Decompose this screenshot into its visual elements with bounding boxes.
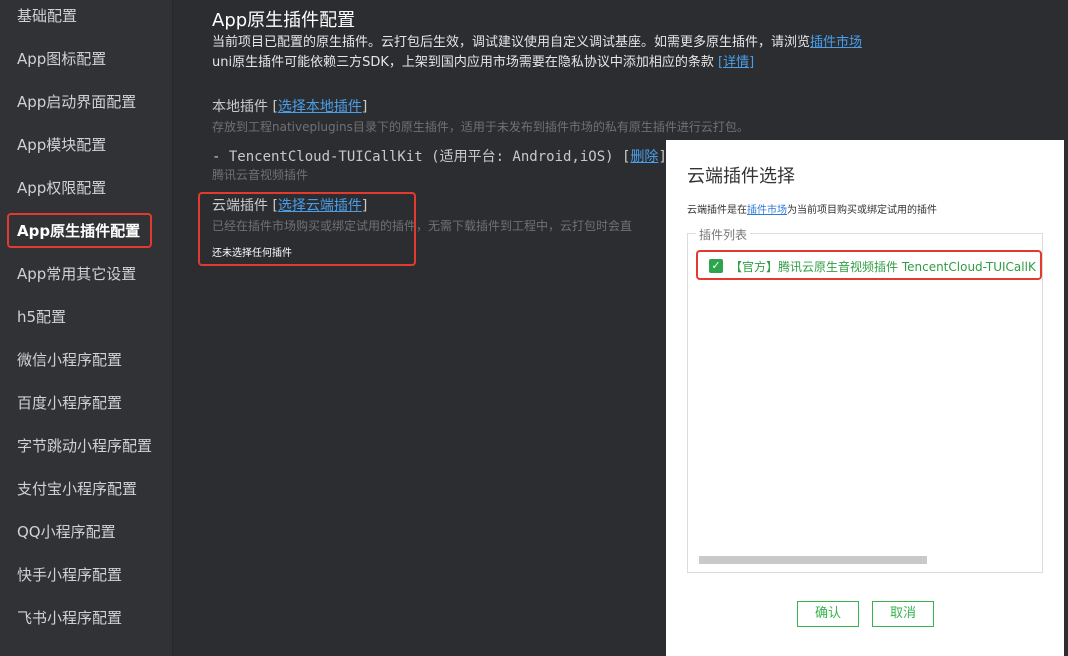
plugin-list-item[interactable]: ✓ 【官方】腾讯云原生音视频插件 TencentCloud-TUICallK [696,250,1042,280]
local-plugins-header: 本地插件 [选择本地插件] [212,99,368,115]
check-icon[interactable]: ✓ [709,259,723,273]
sidebar-item-app-splash[interactable]: App启动界面配置 [17,92,136,112]
settings-sidebar: 基础配置 App图标配置 App启动界面配置 App模块配置 App权限配置 A… [0,0,173,656]
select-cloud-plugin-link[interactable]: 选择云端插件 [278,198,362,214]
sidebar-item-kuaishou-mp[interactable]: 快手小程序配置 [17,565,122,585]
sidebar-item-app-icon[interactable]: App图标配置 [17,49,106,69]
cloud-plugins-title: 云端插件 [212,198,268,214]
sidebar-item-app-modules[interactable]: App模块配置 [17,135,106,155]
page-title: App原生插件配置 [212,10,356,31]
sidebar-item-app-permissions[interactable]: App权限配置 [17,178,106,198]
dialog-plugin-market-link[interactable]: 插件市场 [747,205,787,216]
plugin-market-link[interactable]: 插件市场 [810,35,862,50]
no-plugin-selected-note: 还未选择任何插件 [212,248,292,259]
plugin-item-text: - TencentCloud-TUICallKit (适用平台: Android… [212,149,614,165]
confirm-button[interactable]: 确认 [797,601,859,627]
cancel-button[interactable]: 取消 [872,601,934,627]
local-plugins-title: 本地插件 [212,99,268,115]
details-link[interactable]: [详情] [718,55,754,70]
delete-plugin-link[interactable]: 删除 [630,149,658,165]
sidebar-item-qq-mp[interactable]: QQ小程序配置 [17,522,116,542]
dialog-title: 云端插件选择 [687,166,795,187]
intro-text-2: uni原生插件可能依赖三方SDK，上架到国内应用市场需要在隐私协议中添加相应的条… [212,55,714,70]
plugin-list-item-label: 【官方】腾讯云原生音视频插件 TencentCloud-TUICallK [730,260,1036,274]
sidebar-item-feishu-mp[interactable]: 飞书小程序配置 [17,608,122,628]
plugin-item: - TencentCloud-TUICallKit (适用平台: Android… [212,149,667,165]
horizontal-scrollbar[interactable] [699,556,927,564]
sidebar-item-bytedance-mp[interactable]: 字节跳动小程序配置 [17,436,152,456]
cloud-plugins-header: 云端插件 [选择云端插件] [212,198,368,214]
sidebar-item-basic[interactable]: 基础配置 [17,6,77,26]
intro-line-2: uni原生插件可能依赖三方SDK，上架到国内应用市场需要在隐私协议中添加相应的条… [212,51,754,70]
cloud-plugins-desc: 已经在插件市场购买或绑定试用的插件，无需下载插件到工程中，云打包时会直 [212,219,633,233]
local-plugins-desc: 存放到工程nativeplugins目录下的原生插件，适用于未发布到插件市场的私… [212,120,749,134]
intro-line-1: 当前项目已配置的原生插件。云打包后生效，调试建议使用自定义调试基座。如需更多原生… [212,31,862,50]
sidebar-item-app-native-plugins[interactable]: App原生插件配置 [7,213,153,248]
dialog-subtitle: 云端插件是在插件市场为当前项目购买或绑定试用的插件 [687,201,937,216]
sidebar-item-baidu-mp[interactable]: 百度小程序配置 [17,393,122,413]
intro-text-1: 当前项目已配置的原生插件。云打包后生效，调试建议使用自定义调试基座。如需更多原生… [212,35,811,50]
select-local-plugin-link[interactable]: 选择本地插件 [278,99,362,115]
sidebar-item-app-other-settings[interactable]: App常用其它设置 [17,264,136,284]
sidebar-item-wechat-mp[interactable]: 微信小程序配置 [17,350,122,370]
cloud-plugin-dialog: 云端插件选择 云端插件是在插件市场为当前项目购买或绑定试用的插件 插件列表 ✓ … [666,140,1064,656]
dialog-subtitle-post: 为当前项目购买或绑定试用的插件 [787,205,937,216]
plugin-item-desc: 腾讯云音视频插件 [212,168,309,182]
plugin-list: 插件列表 ✓ 【官方】腾讯云原生音视频插件 TencentCloud-TUICa… [687,226,1043,573]
plugin-list-legend: 插件列表 [696,226,751,243]
sidebar-item-alipay-mp[interactable]: 支付宝小程序配置 [17,479,137,499]
dialog-subtitle-pre: 云端插件是在 [687,205,747,216]
sidebar-item-h5[interactable]: h5配置 [17,307,66,327]
